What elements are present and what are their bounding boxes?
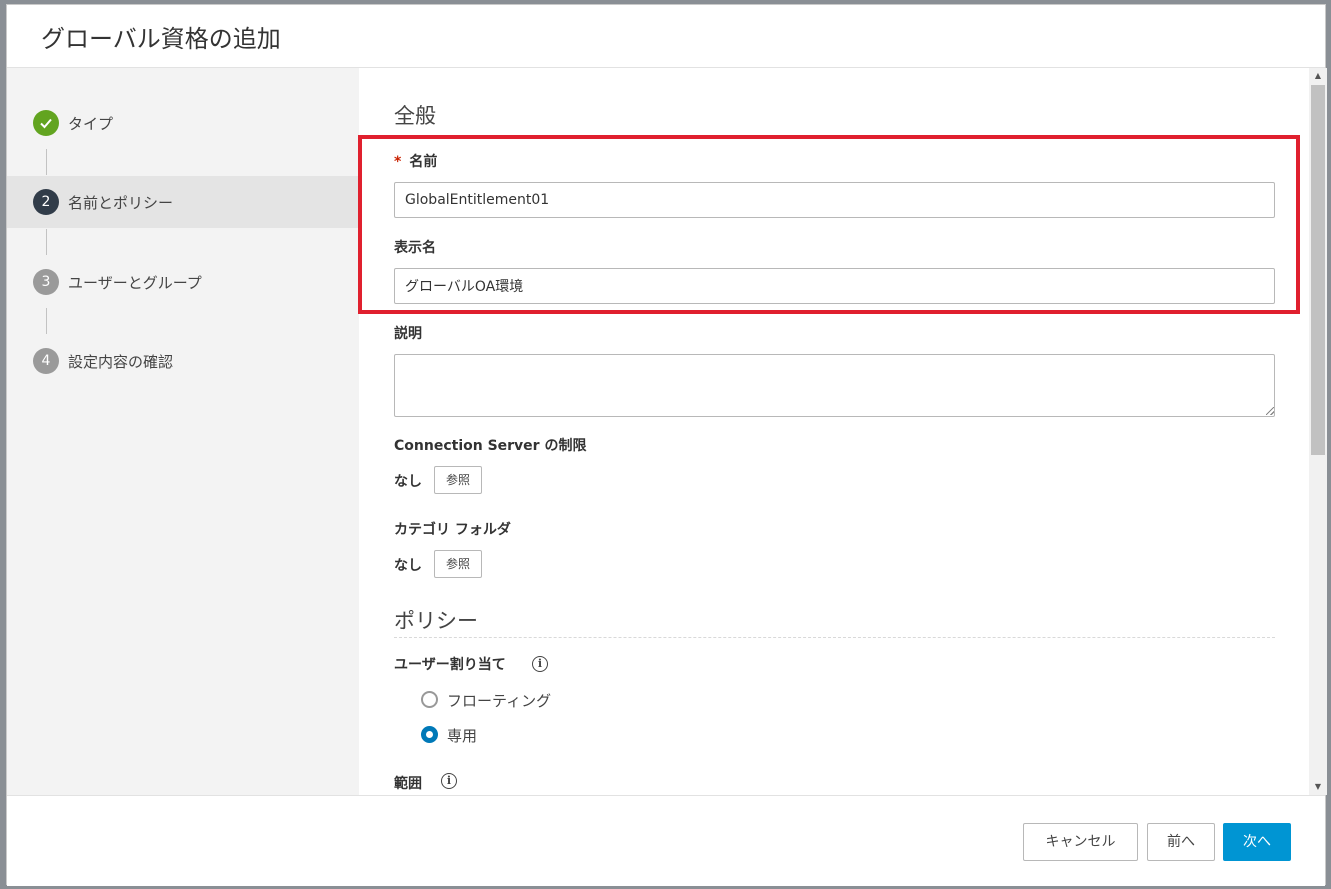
scope-label: 範囲 (394, 776, 422, 792)
user-assignment-label: ユーザー割り当て (394, 657, 506, 673)
connection-server-label: Connection Server の制限 (394, 438, 587, 454)
dialog-footer: キャンセル 前へ 次へ (7, 795, 1325, 886)
description-label: 説明 (394, 326, 422, 342)
next-button[interactable]: 次へ (1223, 823, 1291, 861)
dialog-header: グローバル資格の追加 (7, 5, 1325, 68)
content-scrollbar[interactable]: ▲ ▼ (1309, 68, 1327, 795)
policy-section-title: ポリシー (394, 609, 478, 633)
step-review[interactable]: 4 設定内容の確認 (7, 335, 359, 387)
dialog-title: グローバル資格の追加 (41, 25, 281, 53)
step-number: 4 (33, 348, 59, 374)
section-divider (394, 637, 1275, 638)
step-connector (46, 149, 47, 175)
step-name-and-policy[interactable]: 2 名前とポリシー (7, 176, 359, 228)
wizard-steps: タイプ 2 名前とポリシー 3 ユーザーとグループ 4 設定内容の確認 (7, 68, 359, 795)
category-folder-value: なし (394, 558, 422, 574)
scroll-thumb[interactable] (1311, 85, 1325, 455)
general-section-title: 全般 (394, 104, 436, 128)
resize-grip-icon[interactable] (1266, 407, 1274, 415)
step-done-check-icon (33, 110, 59, 136)
step-number: 2 (33, 189, 59, 215)
step-label: ユーザーとグループ (68, 274, 202, 292)
step-type[interactable]: タイプ (7, 97, 359, 149)
cancel-button[interactable]: キャンセル (1023, 823, 1138, 861)
step-label: 設定内容の確認 (68, 353, 174, 371)
dedicated-radio-label[interactable]: 専用 (447, 725, 477, 746)
back-button[interactable]: 前へ (1147, 823, 1215, 861)
floating-radio[interactable] (421, 691, 438, 708)
scroll-down-icon[interactable]: ▼ (1309, 779, 1327, 795)
category-folder-browse-button[interactable]: 参照 (434, 550, 482, 578)
info-icon[interactable]: i (441, 773, 457, 789)
info-icon[interactable]: i (532, 656, 548, 672)
connection-server-value: なし (394, 474, 422, 490)
step-label: タイプ (68, 115, 114, 133)
dedicated-radio[interactable] (421, 726, 438, 743)
step-connector (46, 229, 47, 255)
step-connector (46, 308, 47, 334)
connection-server-browse-button[interactable]: 参照 (434, 466, 482, 494)
description-textarea[interactable] (394, 354, 1275, 417)
step-number: 3 (33, 269, 59, 295)
scroll-up-icon[interactable]: ▲ (1309, 68, 1327, 84)
highlight-annotation (358, 135, 1300, 314)
step-label: 名前とポリシー (68, 194, 174, 212)
floating-radio-label[interactable]: フローティング (447, 690, 551, 711)
category-folder-label: カテゴリ フォルダ (394, 522, 511, 538)
step-users-and-groups[interactable]: 3 ユーザーとグループ (7, 256, 359, 308)
